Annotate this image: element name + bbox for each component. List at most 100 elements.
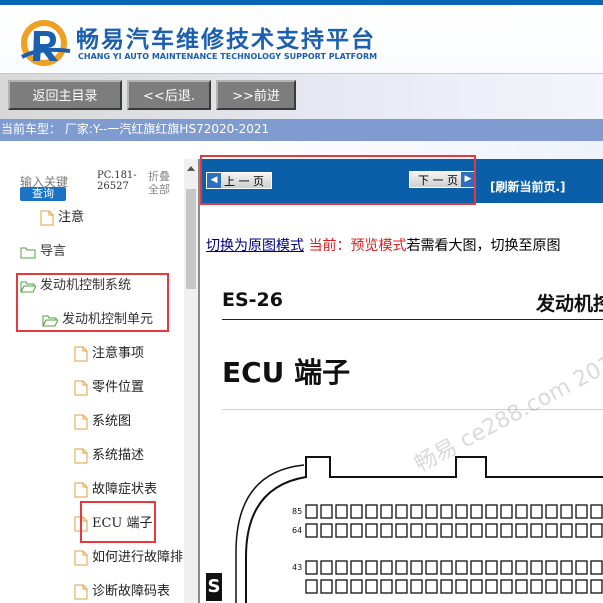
manual-page-preview: ES-26 发动机控 ECU 端子 85 64 43 S: [206, 269, 603, 603]
connector-pin: [455, 579, 468, 594]
tree-item-parts-location[interactable]: 零件位置: [74, 377, 144, 399]
switch-original-mode-link[interactable]: 切换为原图模式: [206, 238, 304, 254]
connector-pin: [410, 504, 423, 519]
connector-pin: [380, 560, 393, 575]
connector-pin: [560, 560, 573, 575]
scroll-up-arrow-icon[interactable]: [184, 163, 198, 173]
left-navigation-panel: 输入关键 查询 PC.181-26527 折叠全部 注意 导言 发动机控制系统 …: [0, 159, 198, 603]
tree-item-engine-control-system[interactable]: 发动机控制系统: [20, 275, 131, 297]
content-panel: ◀ 上 一 页 下 一 页 ▶ [刷新当前页.] 切换为原图模式 当前：预览模式…: [198, 159, 603, 603]
connector-pin: [545, 560, 558, 575]
tree-item-dtc-table[interactable]: 诊断故障码表: [74, 581, 170, 603]
document-icon: [74, 346, 88, 362]
connector-pin: [305, 504, 318, 519]
page-heading: ECU 端子: [222, 356, 351, 389]
connector-pin: [320, 504, 333, 519]
connector-pin: [305, 579, 318, 594]
back-button[interactable]: <<后退.: [127, 80, 211, 110]
folder-icon: [20, 247, 36, 258]
connector-pin: [590, 523, 603, 538]
scrollbar-thumb[interactable]: [186, 189, 196, 289]
connector-pin: [455, 560, 468, 575]
tree-item-troubleshooting[interactable]: 如何进行故障排: [74, 547, 183, 569]
tree-item-precautions[interactable]: 注意事项: [74, 343, 144, 365]
page-section-title: 发动机控: [536, 293, 603, 315]
tree-item-label: 导言: [40, 244, 67, 259]
connector-pin: [575, 579, 588, 594]
refresh-page-link[interactable]: [刷新当前页.]: [490, 178, 566, 195]
tree-item-notice[interactable]: 注意: [40, 207, 84, 229]
search-button[interactable]: 查询: [20, 187, 66, 201]
document-icon: [74, 516, 88, 532]
document-icon: [74, 482, 88, 498]
connector-pin: [395, 504, 408, 519]
connector-pin: [335, 560, 348, 575]
connector-pin: [440, 579, 453, 594]
connector-pin: [365, 579, 378, 594]
connector-pin: [455, 504, 468, 519]
document-icon: [74, 584, 88, 600]
connector-pin: [590, 579, 603, 594]
connector-pin: [320, 560, 333, 575]
pin-label-43: 43: [292, 563, 302, 572]
connector-pin: [560, 579, 573, 594]
connector-pin: [530, 523, 543, 538]
nav-toolbar: 返回主目录 <<后退. >>前进: [0, 73, 603, 120]
section-divider: [222, 409, 603, 410]
tree-item-label: 如何进行故障排: [92, 550, 184, 565]
document-icon: [74, 414, 88, 430]
current-vehicle-text: 当前车型： 厂家:Y--一汽红旗红旗HS72020-2021: [1, 122, 270, 136]
connector-pin: [425, 579, 438, 594]
connector-pin: [335, 504, 348, 519]
connector-pin: [395, 579, 408, 594]
view-mode-line: 切换为原图模式 当前：预览模式若需看大图，切换至原图: [206, 235, 560, 255]
connector-pin: [485, 560, 498, 575]
collapse-all-link[interactable]: 折叠全部: [148, 170, 174, 196]
page-code: ES-26: [222, 289, 283, 311]
forward-button[interactable]: >>前进: [216, 80, 296, 110]
connector-pin: [560, 504, 573, 519]
site-header: 畅易汽车维修技术支持平台 CHANG YI AUTO MAINTENANCE T…: [0, 5, 603, 73]
r-swoosh-logo: [21, 20, 71, 66]
tree-item-system-diagram[interactable]: 系统图: [74, 411, 131, 433]
next-page-label: 下 一 页: [418, 174, 458, 187]
connector-pin: [560, 523, 573, 538]
tree-item-symptom-table[interactable]: 故障症状表: [74, 479, 157, 501]
connector-pin: [545, 523, 558, 538]
connector-pin: [365, 504, 378, 519]
current-vehicle-bar: 当前车型： 厂家:Y--一汽红旗红旗HS72020-2021: [0, 119, 603, 141]
tree-scrollbar[interactable]: [184, 159, 198, 603]
tree-item-label: 诊断故障码表: [92, 584, 171, 599]
brand-title: 畅易汽车维修技术支持平台: [76, 27, 376, 53]
connector-pin: [350, 523, 363, 538]
connector-pin: [350, 560, 363, 575]
spacer-strip: [0, 141, 603, 159]
tree-item-ecu-terminals[interactable]: ECU 端子: [74, 513, 153, 535]
tree-item-introduction[interactable]: 导言: [20, 241, 66, 263]
connector-pin: [365, 560, 378, 575]
connector-pin: [590, 504, 603, 519]
connector-pin: [440, 523, 453, 538]
document-code: PC.181-26527: [97, 170, 137, 192]
tree-item-engine-control-unit[interactable]: 发动机控制单元: [42, 309, 153, 331]
connector-pin: [305, 560, 318, 575]
tree-item-label: 发动机控制系统: [40, 278, 132, 293]
connector-pin: [545, 579, 558, 594]
connector-pin: [590, 560, 603, 575]
tree-item-system-description[interactable]: 系统描述: [74, 445, 144, 467]
connector-pin: [470, 523, 483, 538]
connector-pin: [515, 579, 528, 594]
tree-item-label: 发动机控制单元: [62, 312, 154, 327]
connector-pin: [575, 504, 588, 519]
connector-pin: [380, 579, 393, 594]
document-icon: [74, 380, 88, 396]
tree-item-label: 系统图: [92, 414, 132, 429]
current-mode-text: 当前：预览模式: [304, 238, 407, 254]
tree-item-label: 零件位置: [92, 380, 145, 395]
connector-pin: [500, 560, 513, 575]
next-page-button[interactable]: 下 一 页 ▶: [409, 171, 476, 188]
tree-item-label: 系统描述: [92, 448, 145, 463]
home-button[interactable]: 返回主目录: [8, 80, 122, 110]
connector-pin: [515, 560, 528, 575]
previous-page-button[interactable]: ◀ 上 一 页: [206, 172, 272, 189]
